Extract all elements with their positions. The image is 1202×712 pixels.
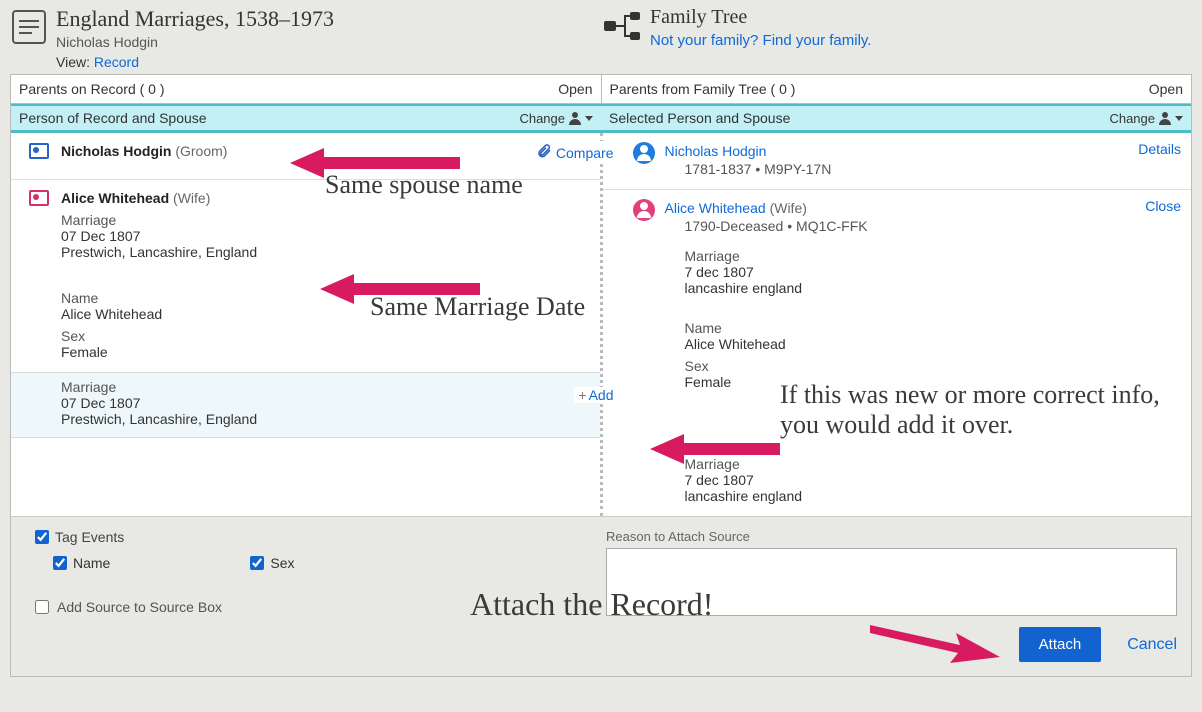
add-button[interactable]: +Add [574,387,617,403]
tag-events-label: Tag Events [55,529,124,545]
reason-label: Reason to Attach Source [606,529,1177,544]
right-person2-role: (Wife) [770,200,807,216]
add-marriage-place: Prestwich, Lancashire, England [61,411,588,427]
left-person1-role: (Groom) [175,143,227,159]
r-sex-value: Female [685,374,1182,390]
female-record-icon [29,190,49,206]
sex-checkbox[interactable] [250,556,264,570]
r-m2-place: lancashire england [685,488,1182,504]
r-sex-label: Sex [685,358,1182,374]
close-link[interactable]: Close [1145,198,1181,214]
view-record-link[interactable]: Record [94,54,139,70]
marriage-date: 07 Dec 1807 [61,228,588,244]
add-source-checkbox[interactable] [35,600,49,614]
view-label: View: [56,54,90,70]
left-person1-name: Nicholas Hodgin [61,143,171,159]
left-person2-role: (Wife) [173,190,210,206]
open-parents-record[interactable]: Open [558,81,592,97]
family-tree-icon [604,12,640,40]
male-person-icon [633,142,655,164]
r-m2-date: 7 dec 1807 [685,472,1182,488]
female-person-icon [633,199,655,221]
open-parents-tree[interactable]: Open [1149,81,1183,97]
document-icon [12,10,46,44]
r-name-label: Name [685,320,1182,336]
r-marriage-label: Marriage [685,248,1182,264]
sex-cb-label: Sex [270,555,294,571]
marriage-place: Prestwich, Lancashire, England [61,244,588,260]
male-record-icon [29,143,49,159]
attach-button[interactable]: Attach [1019,627,1102,662]
tag-events-checkbox[interactable] [35,530,49,544]
sex-label: Sex [61,328,588,344]
sex-value: Female [61,344,588,360]
right-person2-meta: 1790-Deceased • MQ1C-FFK [665,218,1182,234]
record-person: Nicholas Hodgin [56,34,334,50]
record-title: England Marriages, 1538–1973 [56,6,334,32]
r-marriage-date: 7 dec 1807 [685,264,1182,280]
section-right-label: Selected Person and Spouse [609,110,790,126]
parents-tree-label: Parents from Family Tree ( 0 ) [610,81,796,97]
name-checkbox[interactable] [53,556,67,570]
parents-record-label: Parents on Record ( 0 ) [19,81,165,97]
add-marriage-label: Marriage [61,379,588,395]
reason-textarea[interactable] [606,548,1177,616]
right-person1-name[interactable]: Nicholas Hodgin [665,143,767,159]
cancel-button[interactable]: Cancel [1127,636,1177,654]
name-value: Alice Whitehead [61,306,588,322]
right-person2-name[interactable]: Alice Whitehead [665,200,766,216]
family-tree-title: Family Tree [650,6,871,29]
name-label: Name [61,290,588,306]
r-m2-label: Marriage [685,456,1182,472]
change-left-button[interactable]: Change [519,111,593,126]
chevron-down-icon [585,116,593,121]
find-family-link[interactable]: Not your family? Find your family. [650,32,871,49]
r-marriage-place: lancashire england [685,280,1182,296]
left-person2-name: Alice Whitehead [61,190,169,206]
add-source-label: Add Source to Source Box [57,599,222,615]
change-right-button[interactable]: Change [1109,111,1183,126]
section-left-label: Person of Record and Spouse [19,110,207,126]
person-icon [568,111,582,125]
right-person1-meta: 1781-1837 • M9PY-17N [665,161,1182,177]
r-name-value: Alice Whitehead [685,336,1182,352]
chevron-down-icon [1175,116,1183,121]
compare-button[interactable]: Compare [532,141,618,164]
paperclip-icon [536,143,552,162]
add-marriage-date: 07 Dec 1807 [61,395,588,411]
details-link[interactable]: Details [1138,141,1181,157]
name-cb-label: Name [73,555,110,571]
plus-icon: + [578,387,586,403]
marriage-label: Marriage [61,212,588,228]
person-icon [1158,111,1172,125]
